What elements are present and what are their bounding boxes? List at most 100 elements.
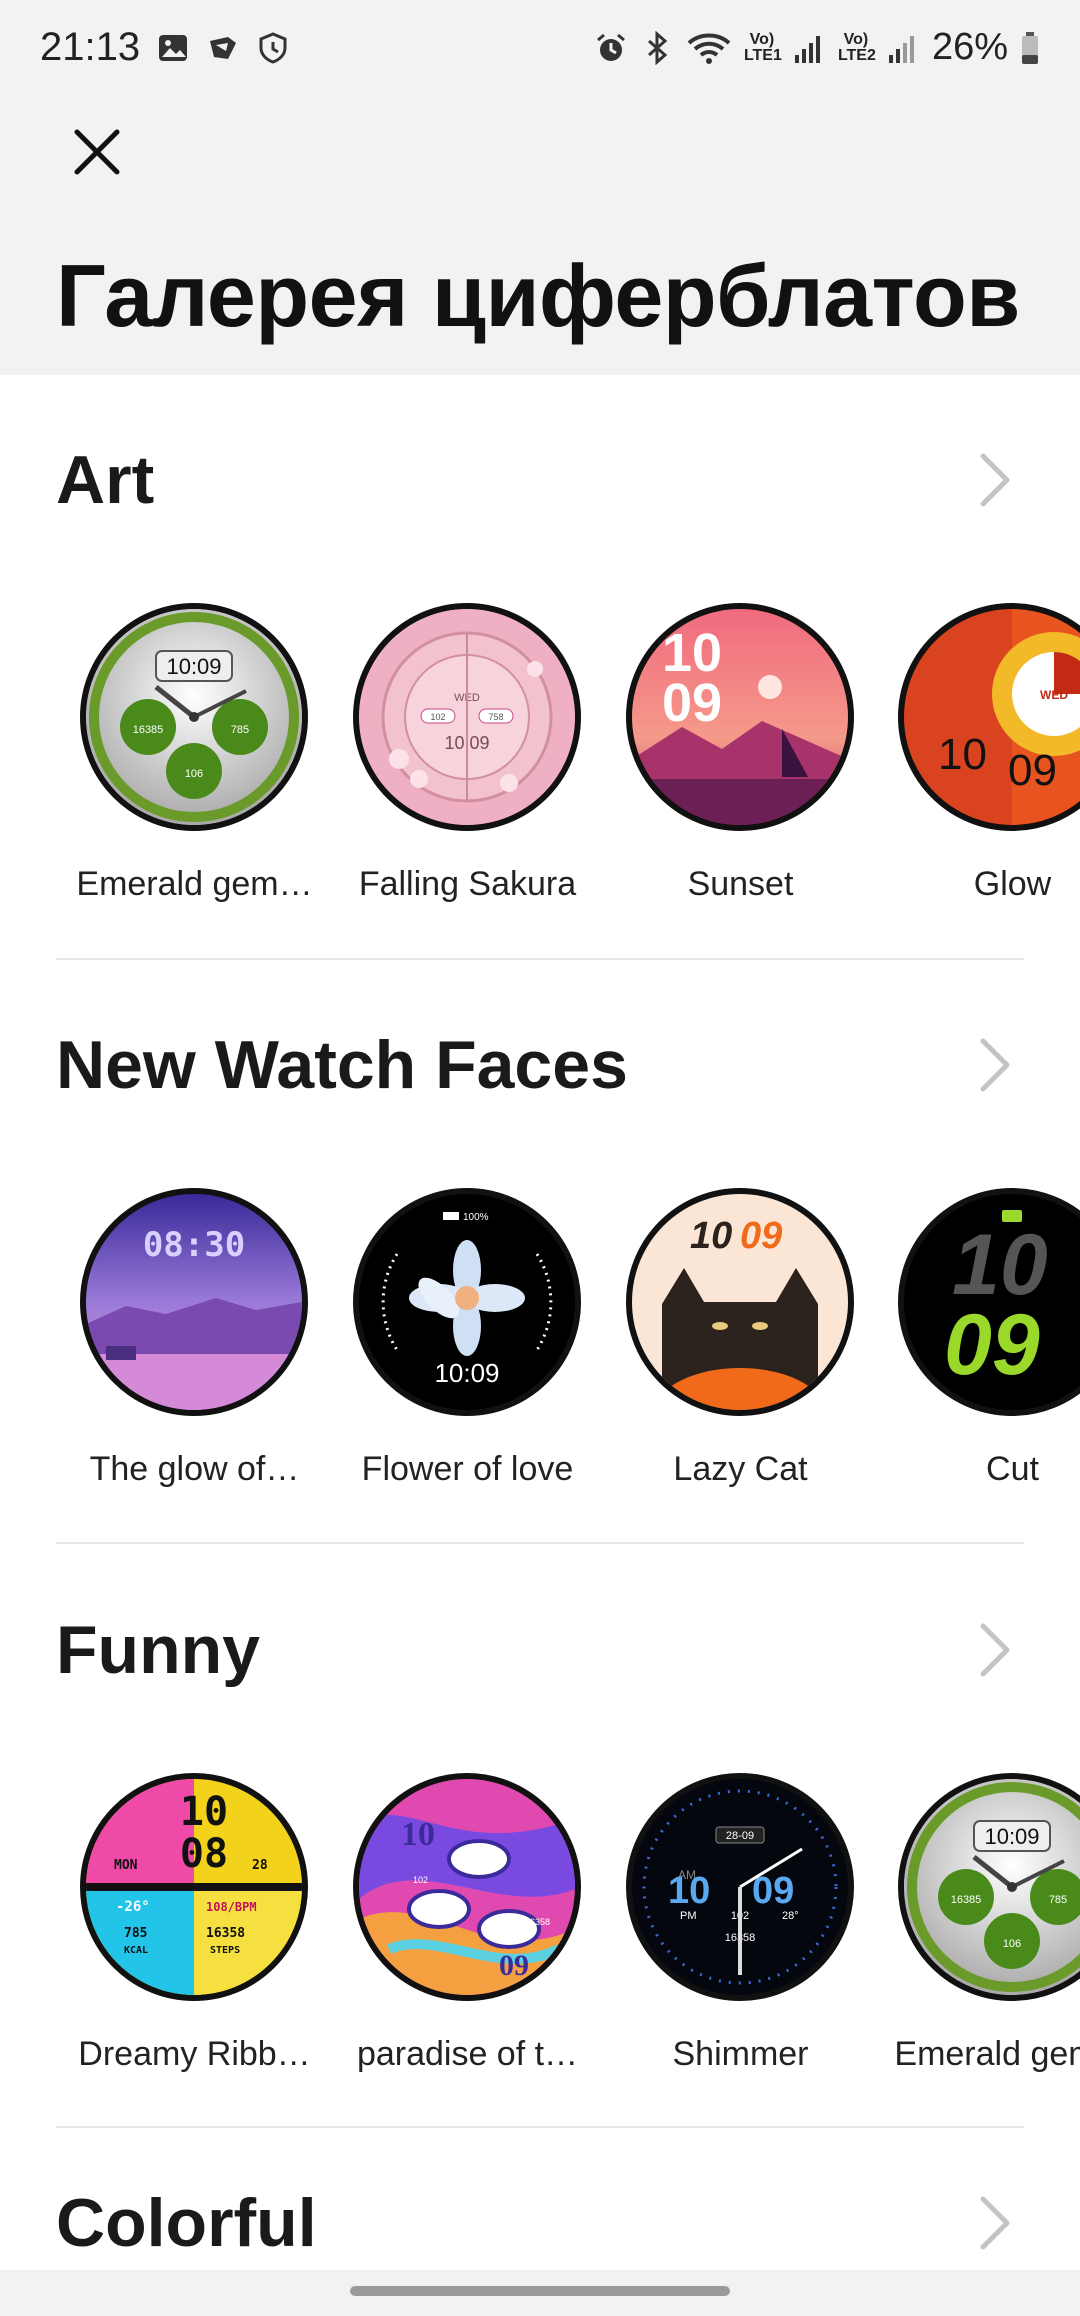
volte-lte1-icon: Vo) LTE1 [743, 30, 782, 64]
close-icon [74, 129, 120, 175]
divider [56, 2126, 1024, 2128]
svg-text:102: 102 [413, 1875, 428, 1885]
watch-face-preview: 10 08 MON 28 -26° 785 KCAL 108/BPM 16358… [80, 1773, 308, 2001]
svg-text:09: 09 [740, 1215, 782, 1257]
volte-lte2-icon: Vo) LTE2 [837, 30, 876, 64]
section-title: Art [56, 442, 155, 518]
svg-text:28-09: 28-09 [726, 1830, 754, 1842]
header: Галерея циферблатов [0, 95, 1080, 375]
svg-text:108/BPM: 108/BPM [206, 1900, 257, 1914]
watch-face-cut[interactable]: 10 09 Cut [880, 1188, 1080, 1518]
svg-text:08:30: 08:30 [143, 1225, 245, 1265]
watch-face-preview: 08:30 [80, 1188, 308, 1416]
cast-icon [206, 31, 240, 65]
chevron-right-icon[interactable] [964, 1035, 1024, 1095]
section-art: Art 10:09 16385 785 106 Emerald gem… 102… [0, 380, 1080, 960]
section-new-watch-faces: New Watch Faces 08:30 The glow of… 100% … [0, 965, 1080, 1545]
chevron-right-icon[interactable] [964, 450, 1024, 510]
watch-face-label: paradise of t… [356, 2035, 579, 2073]
svg-text:09: 09 [499, 1949, 529, 1982]
page-title: Галерея циферблатов [56, 246, 1020, 345]
watch-face-flower-of-love[interactable]: 100% 10:09 Flower of love [335, 1188, 581, 1518]
alarm-icon [594, 31, 628, 65]
watch-face-preview: 10 09 102 16358 [353, 1773, 581, 2001]
svg-text:10: 10 [401, 1816, 435, 1853]
watch-face-label: Dreamy Ribb… [78, 2035, 311, 2073]
chevron-right-icon[interactable] [964, 2193, 1024, 2253]
svg-text:785: 785 [124, 1926, 147, 1941]
svg-text:09: 09 [944, 1297, 1040, 1393]
watch-face-preview: 10:09 16385 785 106 [898, 1773, 1080, 2001]
close-button[interactable] [52, 107, 142, 197]
svg-text:09: 09 [1008, 746, 1057, 795]
svg-text:102: 102 [430, 712, 445, 722]
svg-text:28: 28 [252, 1858, 268, 1873]
watch-face-preview: WED 10 09 [898, 603, 1080, 831]
watch-face-lazy-cat[interactable]: 10 09 Lazy Cat [608, 1188, 854, 1518]
navigation-bar [0, 2270, 1080, 2316]
watch-face-falling-sakura[interactable]: WED 102 758 10:09 Falling Sakura [335, 603, 581, 933]
svg-text:10: 10 [690, 1215, 732, 1257]
watch-face-label: Emerald gem… [894, 2035, 1080, 2073]
svg-text:10:09: 10:09 [434, 1358, 499, 1388]
svg-text:WED: WED [1040, 688, 1068, 702]
svg-text:758: 758 [488, 712, 503, 722]
svg-text:08: 08 [180, 1831, 228, 1877]
watch-face-emerald-gem[interactable]: 10:09 16385 785 106 Emerald gem… [880, 1773, 1080, 2103]
faces-row-new-watch-faces: 08:30 The glow of… 100% 10:09 Flower of … [0, 1188, 1080, 1518]
svg-text:-26°: -26° [116, 1899, 150, 1915]
signal-icon [886, 31, 920, 65]
status-time: 21:13 [40, 25, 141, 69]
shield-icon [256, 31, 290, 65]
svg-text:MON: MON [114, 1858, 138, 1873]
svg-text:16385: 16385 [951, 1894, 982, 1906]
faces-row-funny: 10 08 MON 28 -26° 785 KCAL 108/BPM 16358… [0, 1773, 1080, 2103]
status-bar: 21:13 Vo) LTE1 Vo) LTE2 26% [0, 0, 1080, 95]
svg-text:785: 785 [1049, 1894, 1067, 1906]
watch-face-glow[interactable]: WED 10 09 Glow [880, 603, 1080, 933]
watch-face-the-glow-of[interactable]: 08:30 The glow of… [62, 1188, 308, 1518]
image-icon [156, 31, 190, 65]
watch-face-preview: 10 09 [626, 1188, 854, 1416]
section-funny: Funny 10 08 MON 28 -26° 785 KCAL 108/BPM… [0, 1550, 1080, 2130]
section-title: Colorful [56, 2185, 317, 2261]
svg-text:09: 09 [662, 673, 722, 733]
svg-text:16358: 16358 [206, 1926, 245, 1941]
battery-icon [1020, 31, 1040, 65]
signal-icon [792, 31, 826, 65]
svg-text:KCAL: KCAL [124, 1945, 148, 1956]
watch-face-label: Sunset [687, 865, 794, 903]
watch-face-dreamy-ribbon[interactable]: 10 08 MON 28 -26° 785 KCAL 108/BPM 16358… [62, 1773, 311, 2103]
svg-text:785: 785 [231, 724, 249, 736]
watch-face-preview: 10:09 16385 785 106 [80, 603, 308, 831]
divider [56, 958, 1024, 960]
watch-face-label: Shimmer [672, 2035, 809, 2073]
watch-face-preview: WED 102 758 10:09 [353, 603, 581, 831]
bluetooth-icon [640, 30, 674, 65]
watch-face-label: Emerald gem… [76, 865, 313, 903]
watch-face-emerald-gem[interactable]: 10:09 16385 785 106 Emerald gem… [62, 603, 313, 933]
watch-face-preview: 28-09 AM 10 09 PM 102 28° 16358 [626, 1773, 854, 2001]
section-header-colorful[interactable]: Colorful [56, 2163, 1024, 2283]
battery-percent: 26% [931, 26, 1008, 68]
chevron-right-icon[interactable] [964, 1620, 1024, 1680]
watch-face-sunset[interactable]: 10 09 Sunset [608, 603, 854, 933]
svg-text:10:09: 10:09 [166, 654, 221, 679]
svg-text:10: 10 [668, 1870, 710, 1912]
section-colorful: Colorful [0, 2135, 1080, 2275]
home-gesture-handle[interactable] [350, 2286, 730, 2296]
section-header-new-watch-faces[interactable]: New Watch Faces [56, 1005, 1024, 1125]
watch-face-shimmer[interactable]: 28-09 AM 10 09 PM 102 28° 16358 Shimmer [608, 1773, 854, 2103]
section-title: New Watch Faces [56, 1027, 628, 1103]
watch-face-preview: 100% 10:09 [353, 1188, 581, 1416]
svg-text:106: 106 [1003, 1938, 1021, 1950]
svg-text:10:09: 10:09 [984, 1824, 1039, 1849]
watch-face-preview: 10 09 [898, 1188, 1080, 1416]
section-header-art[interactable]: Art [56, 420, 1024, 540]
watch-face-label: Glow [973, 865, 1052, 903]
watch-face-paradise[interactable]: 10 09 102 16358 paradise of t… [335, 1773, 581, 2103]
divider [56, 1542, 1024, 1544]
section-header-funny[interactable]: Funny [56, 1590, 1024, 1710]
svg-text:PM: PM [680, 1910, 697, 1922]
faces-row-art: 10:09 16385 785 106 Emerald gem… 102 758… [0, 603, 1080, 933]
